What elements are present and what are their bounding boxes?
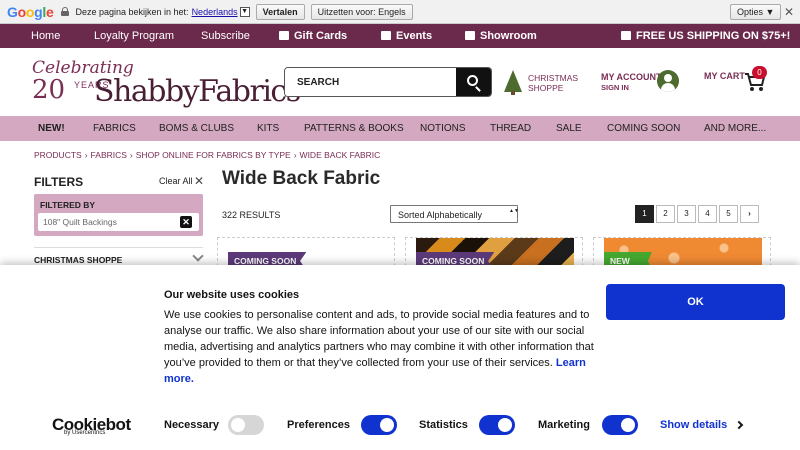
clear-all-button[interactable]: Clear All <box>159 176 193 186</box>
top-nav: Home Loyalty Program Subscribe Gift Card… <box>0 24 800 48</box>
translate-bar: Google Deze pagina bekijken in het: Nede… <box>0 0 800 24</box>
remove-filter-icon[interactable]: ✕ <box>180 216 192 228</box>
filters-title: FILTERS <box>34 175 84 189</box>
preferences-label: Preferences <box>287 419 350 431</box>
preferences-toggle[interactable] <box>361 415 397 435</box>
sidebar-divider <box>34 247 203 248</box>
cookiebot-logo-sub: by Usercentrics <box>64 430 106 436</box>
cat-coming-soon[interactable]: COMING SOON <box>607 123 680 134</box>
clear-all-icon[interactable]: ✕ <box>194 174 204 188</box>
crumb-products[interactable]: PRODUCTS <box>34 150 82 160</box>
filtered-by-box: FILTERED BY 108" Quilt Backings ✕ <box>34 194 203 236</box>
select-arrows-icon: ▲▼ <box>509 208 519 214</box>
page-title: Wide Back Fabric <box>222 168 381 189</box>
logo-20: 20 <box>32 75 66 105</box>
sort-value: Sorted Alphabetically <box>398 210 483 220</box>
account-title: MY ACCOUNT <box>601 72 662 82</box>
marketing-label: Marketing <box>538 419 590 431</box>
cookie-body-text: We use cookies to personalise content an… <box>164 309 594 369</box>
crumb-sep: › <box>129 150 133 160</box>
cat-and-more[interactable]: AND MORE... <box>704 123 766 134</box>
crumb-fabrics[interactable]: FABRICS <box>91 150 127 160</box>
truck-icon <box>621 31 631 40</box>
filter-chip: 108" Quilt Backings ✕ <box>38 213 199 231</box>
filter-chip-label: 108" Quilt Backings <box>43 217 117 227</box>
cat-boms-clubs[interactable]: BOMS & CLUBS <box>159 123 234 134</box>
cat-notions[interactable]: NOTIONS <box>420 123 466 134</box>
page-5[interactable]: 5 <box>719 205 738 223</box>
page-1[interactable]: 1 <box>635 205 654 223</box>
nav-showroom[interactable]: Showroom <box>465 30 537 42</box>
cart-count-badge: 0 <box>752 66 767 79</box>
crumb-by-type[interactable]: SHOP ONLINE FOR FABRICS BY TYPE <box>136 150 291 160</box>
translate-prompt: Deze pagina bekijken in het: <box>75 6 189 17</box>
necessary-label: Necessary <box>164 419 220 431</box>
my-cart-link[interactable]: MY CART 0 <box>704 66 770 96</box>
page-4[interactable]: 4 <box>698 205 717 223</box>
translate-button[interactable]: Vertalen <box>255 3 305 20</box>
chevron-down-icon[interactable]: ▼ <box>239 6 250 17</box>
chevron-down-icon[interactable] <box>192 250 204 262</box>
show-details-link[interactable]: Show details <box>660 419 727 431</box>
calendar-icon <box>381 31 391 40</box>
search-icon <box>467 75 478 86</box>
cookie-body: We use cookies to personalise content an… <box>164 307 604 387</box>
christmas-shoppe-link[interactable]: CHRISTMAS SHOPPE <box>504 70 584 96</box>
cat-new[interactable]: NEW! <box>38 123 65 134</box>
cat-thread[interactable]: THREAD <box>490 123 531 134</box>
free-shipping-link[interactable]: FREE US SHIPPING ON $75+! <box>621 30 790 42</box>
google-logo: Google <box>7 3 54 20</box>
sort-select[interactable]: Sorted Alphabetically ▲▼ <box>390 205 519 223</box>
my-account-link[interactable]: MY ACCOUNT SIGN IN <box>601 70 681 96</box>
christmas-label: CHRISTMAS SHOPPE <box>528 73 579 93</box>
nav-gift-cards[interactable]: Gift Cards <box>279 30 347 42</box>
shabby-fabrics-logo[interactable]: Celebrating 20 YEARS ShabbyFabrics <box>32 58 301 110</box>
cat-kits[interactable]: KITS <box>257 123 279 134</box>
page-3[interactable]: 3 <box>677 205 696 223</box>
next-page-button[interactable]: › <box>740 205 759 223</box>
options-button[interactable]: Opties ▼ <box>730 4 782 20</box>
cat-fabrics[interactable]: FABRICS <box>93 123 136 134</box>
statistics-label: Statistics <box>419 419 468 431</box>
cat-sale[interactable]: SALE <box>556 123 582 134</box>
logo-brand: ShabbyFabrics <box>94 74 301 109</box>
nav-home[interactable]: Home <box>31 30 60 42</box>
lock-icon <box>61 7 70 16</box>
sign-in-link[interactable]: SIGN IN <box>601 83 629 92</box>
nav-subscribe[interactable]: Subscribe <box>201 30 250 42</box>
crumb-sep: › <box>84 150 88 160</box>
crumb-sep: › <box>293 150 297 160</box>
marketing-toggle[interactable] <box>602 415 638 435</box>
close-icon[interactable]: ✕ <box>784 5 794 19</box>
gift-icon <box>279 31 289 40</box>
crumb-wide-back: WIDE BACK FABRIC <box>299 150 381 160</box>
results-count: 322 RESULTS <box>222 210 281 220</box>
necessary-toggle <box>228 415 264 435</box>
nav-loyalty[interactable]: Loyalty Program <box>94 30 174 42</box>
search-input[interactable] <box>285 68 457 96</box>
user-icon <box>657 70 679 92</box>
breadcrumb: PRODUCTS › FABRICS › SHOP ONLINE FOR FABRICS… <box>34 150 380 160</box>
nav-events[interactable]: Events <box>381 30 432 42</box>
page-2[interactable]: 2 <box>656 205 675 223</box>
statistics-toggle[interactable] <box>479 415 515 435</box>
site-header: Celebrating 20 YEARS ShabbyFabrics CHRIS… <box>0 48 800 116</box>
tree-icon <box>504 70 522 92</box>
language-select[interactable]: Nederlands <box>192 7 238 17</box>
pagination: 1 2 3 4 5 › <box>635 205 761 223</box>
cookie-title: Our website uses cookies <box>164 289 300 301</box>
search-bar <box>284 67 492 97</box>
ok-button[interactable]: OK <box>606 284 785 320</box>
chevron-right-icon[interactable] <box>734 420 744 430</box>
cart-title: MY CART <box>704 71 745 81</box>
tree-trunk <box>511 91 515 95</box>
disable-translate-button[interactable]: Uitzetten voor: Engels <box>310 3 413 20</box>
cookie-banner: Our website uses cookies We use cookies … <box>0 265 800 450</box>
search-button[interactable] <box>456 68 491 96</box>
category-nav: NEW! FABRICS BOMS & CLUBS KITS PATTERNS … <box>0 116 800 141</box>
cat-patterns-books[interactable]: PATTERNS & BOOKS <box>304 123 404 134</box>
sidebar-section-christmas[interactable]: CHRISTMAS SHOPPE <box>34 255 122 265</box>
filtered-by-label: FILTERED BY <box>40 200 96 210</box>
store-icon <box>465 31 475 40</box>
